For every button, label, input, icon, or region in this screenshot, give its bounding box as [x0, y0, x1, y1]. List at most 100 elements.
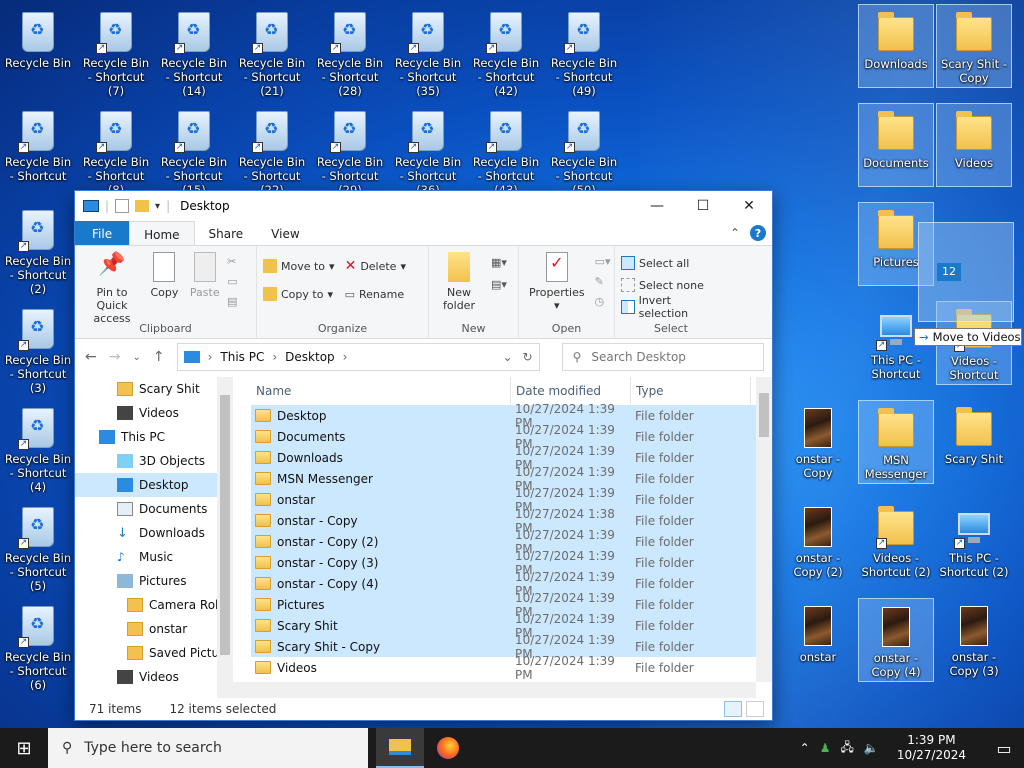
show-hidden-icons-icon[interactable]: ⌃ [800, 741, 810, 755]
file-row[interactable]: Videos 10/27/2024 1:39 PM File folder [251, 654, 772, 682]
tab-file[interactable]: File [75, 221, 130, 245]
file-list-scrollbar[interactable] [756, 377, 772, 682]
desktop-icon[interactable]: ↗Recycle Bin - Shortcut (22) [234, 103, 310, 197]
new-folder-quick-icon[interactable] [135, 200, 150, 212]
desktop-icon[interactable]: ↗ Recycle Bin - Shortcut (7) [78, 4, 154, 98]
desktop-icon[interactable]: MSN Messenger [858, 400, 934, 484]
refresh-icon[interactable]: ↻ [523, 350, 533, 364]
start-button[interactable]: ⊞ [0, 728, 48, 768]
nav-item[interactable]: Saved Pictures [75, 641, 233, 665]
desktop-icon[interactable]: Videos [936, 103, 1012, 187]
desktop-icon[interactable]: onstar [780, 598, 856, 682]
nav-item[interactable]: ♪ Music [75, 545, 233, 569]
paste-button[interactable]: Paste [186, 252, 224, 299]
desktop-icon[interactable]: ↗ Recycle Bin - Shortcut (14) [156, 4, 232, 98]
nav-item[interactable]: ↓ Downloads [75, 521, 233, 545]
customize-qat-icon[interactable]: ▾ [155, 201, 160, 212]
taskbar-search[interactable]: ⚲ Type here to search [48, 728, 368, 768]
breadcrumb-this-pc[interactable]: This PC [220, 350, 264, 364]
network-icon[interactable]: 🖧 [840, 738, 853, 759]
desktop-icon[interactable]: ↗ Recycle Bin - Shortcut (28) [312, 4, 388, 98]
edit-icon[interactable]: ✎ [595, 272, 611, 292]
tab-home[interactable]: Home [129, 221, 195, 245]
desktop-icon[interactable]: ↗ Recycle Bin - Shortcut (4) [0, 400, 76, 494]
desktop-icon[interactable]: ↗Recycle Bin - Shortcut (15) [156, 103, 232, 197]
nav-item[interactable]: Videos [75, 665, 233, 689]
copy-button[interactable]: Copy [147, 252, 183, 299]
desktop-icon[interactable]: Documents [858, 103, 934, 187]
desktop-icon[interactable]: ↗Recycle Bin - Shortcut (50) [546, 103, 622, 197]
tab-share[interactable]: Share [195, 221, 258, 245]
rename-button[interactable]: ▭ Rename [345, 280, 406, 308]
desktop-icon[interactable]: ↗ Recycle Bin - Shortcut (6) [0, 598, 76, 692]
nav-item[interactable]: Pictures [75, 569, 233, 593]
title-bar[interactable]: | ▾ | Desktop — ☐ ✕ [75, 191, 772, 221]
delete-button[interactable]: ✕ Delete ▾ [345, 252, 406, 280]
open-icon[interactable]: ▭▾ [595, 252, 611, 272]
properties-button[interactable]: ✓ Properties ▾ [525, 252, 589, 312]
nav-item[interactable]: onstar [75, 617, 233, 641]
desktop-icon[interactable]: ↗Recycle Bin - Shortcut (36) [390, 103, 466, 197]
desktop-icon[interactable]: ↗ Recycle Bin - Shortcut [0, 103, 76, 187]
desktop-icon[interactable]: Scary Shit - Copy [936, 4, 1012, 88]
breadcrumb-desktop[interactable]: Desktop [285, 350, 335, 364]
explorer-window-icon[interactable] [83, 200, 99, 212]
desktop-icon[interactable]: ↗ Videos - Shortcut (2) [858, 499, 934, 583]
desktop-icon[interactable]: ↗Recycle Bin - Shortcut (8) [78, 103, 154, 197]
column-type[interactable]: Type [631, 377, 751, 405]
desktop-icon[interactable]: ↗ Recycle Bin - Shortcut (2) [0, 202, 76, 296]
nav-item[interactable]: This PC [75, 425, 233, 449]
cut-icon[interactable]: ✂ [227, 252, 243, 272]
properties-quick-icon[interactable] [115, 199, 130, 213]
nav-item[interactable]: Scary Shit [75, 377, 233, 401]
desktop-icon[interactable]: ↗Recycle Bin - Shortcut (43) [468, 103, 544, 197]
nav-item[interactable]: Videos [75, 401, 233, 425]
forward-arrow-icon[interactable]: → [109, 349, 121, 365]
column-name[interactable]: Name [251, 377, 511, 405]
desktop-icon[interactable]: ↗ Recycle Bin - Shortcut (42) [468, 4, 544, 98]
up-arrow-icon[interactable]: ↑ [153, 349, 165, 365]
desktop-icon[interactable]: onstar - Copy (4) [858, 598, 934, 682]
search-box[interactable]: ⚲ Search Desktop [561, 343, 764, 371]
desktop-icon[interactable]: onstar - Copy (2) [780, 499, 856, 583]
desktop-icon[interactable]: onstar - Copy [780, 400, 856, 484]
move-to-button[interactable]: Move to ▾ [263, 252, 335, 280]
address-bar[interactable]: › This PC › Desktop › ⌄ ↻ [176, 343, 540, 371]
action-center-icon[interactable]: ▭ [984, 728, 1024, 768]
address-dropdown-icon[interactable]: ⌄ [502, 350, 512, 364]
collapse-ribbon-icon[interactable]: ⌃ [730, 226, 740, 240]
copy-to-button[interactable]: Copy to ▾ [263, 280, 335, 308]
recent-locations-icon[interactable]: ⌄ [132, 352, 140, 363]
new-folder-button[interactable]: New folder [435, 252, 483, 312]
nav-item[interactable]: 3D Objects [75, 449, 233, 473]
desktop-icon[interactable]: onstar - Copy (3) [936, 598, 1012, 682]
file-list-hscrollbar[interactable] [233, 682, 756, 698]
desktop-icon[interactable]: ↗ Recycle Bin - Shortcut (35) [390, 4, 466, 98]
desktop-icon[interactable]: Scary Shit [936, 400, 1012, 484]
minimize-button[interactable]: — [634, 191, 680, 221]
maximize-button[interactable]: ☐ [680, 191, 726, 221]
people-icon[interactable]: ♟ [820, 741, 831, 755]
large-icons-view-icon[interactable] [746, 701, 764, 717]
tab-view[interactable]: View [257, 221, 313, 245]
paste-shortcut-icon[interactable]: ▤ [227, 292, 243, 312]
new-item-icon[interactable]: ▦▾ [491, 252, 507, 274]
copy-path-icon[interactable]: ▭ [227, 272, 243, 292]
back-arrow-icon[interactable]: ← [85, 349, 97, 365]
desktop-icon[interactable]: ↗ Recycle Bin - Shortcut (49) [546, 4, 622, 98]
nav-item[interactable]: Documents [75, 497, 233, 521]
nav-scrollbar[interactable] [217, 377, 233, 698]
taskbar-file-explorer[interactable] [376, 728, 424, 768]
desktop-icon[interactable]: ↗ Recycle Bin - Shortcut (3) [0, 301, 76, 395]
volume-icon[interactable]: 🔈 [864, 741, 879, 755]
select-all-button[interactable]: Select all [621, 252, 721, 274]
nav-item[interactable]: Camera Roll [75, 593, 233, 617]
desktop-icon[interactable]: ↗Recycle Bin - Shortcut (29) [312, 103, 388, 197]
desktop-icon[interactable]: ↗ Recycle Bin - Shortcut (21) [234, 4, 310, 98]
taskbar-firefox[interactable] [424, 728, 472, 768]
desktop-icon[interactable]: Recycle Bin [0, 4, 76, 88]
history-icon[interactable]: ◷ [595, 292, 611, 312]
select-none-button[interactable]: Select none [621, 274, 721, 296]
desktop-icon[interactable]: Downloads [858, 4, 934, 88]
easy-access-icon[interactable]: ▤▾ [491, 274, 507, 296]
